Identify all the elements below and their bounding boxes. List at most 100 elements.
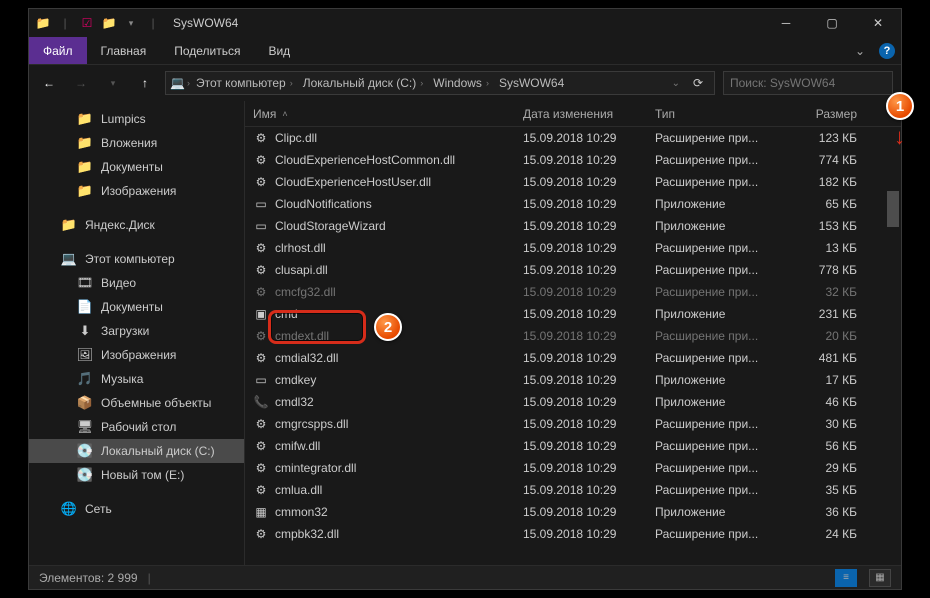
file-date: 15.09.2018 10:29	[523, 483, 655, 497]
file-row[interactable]: ▭CloudStorageWizard 15.09.2018 10:29 При…	[245, 215, 901, 237]
file-date: 15.09.2018 10:29	[523, 307, 655, 321]
sidebar-item[interactable]: 🖼Изображения	[29, 343, 244, 367]
address-dropdown-icon[interactable]: ⌄	[668, 78, 684, 89]
sidebar-item-label: Загрузки	[101, 324, 149, 338]
folder-icon: ⬇	[77, 323, 93, 339]
sidebar-item[interactable]: 🌐Сеть	[29, 497, 244, 521]
sidebar-item[interactable]: 💽Локальный диск (C:)	[29, 439, 244, 463]
sidebar-item[interactable]: 💻Этот компьютер	[29, 247, 244, 271]
file-row[interactable]: ⚙cmlua.dll 15.09.2018 10:29 Расширение п…	[245, 479, 901, 501]
column-date[interactable]: Дата изменения	[523, 107, 655, 121]
explorer-window: 📁 | ☑ 📁 ▾ | SysWOW64 ─ ▢ ✕ Файл Главная …	[28, 8, 902, 590]
sidebar-item[interactable]: 🖥Рабочий стол	[29, 415, 244, 439]
minimize-button[interactable]: ─	[763, 9, 809, 37]
file-row[interactable]: ▭cmdkey 15.09.2018 10:29 Приложение 17 К…	[245, 369, 901, 391]
file-icon: ⚙	[253, 240, 269, 256]
close-button[interactable]: ✕	[855, 9, 901, 37]
file-row[interactable]: ⚙cmintegrator.dll 15.09.2018 10:29 Расши…	[245, 457, 901, 479]
address-bar[interactable]: 💻 › Этот компьютер› Локальный диск (C:)›…	[165, 71, 715, 95]
sidebar-item[interactable]: 💽Новый том (E:)	[29, 463, 244, 487]
file-rows: ⚙Clipc.dll 15.09.2018 10:29 Расширение п…	[245, 127, 901, 565]
file-date: 15.09.2018 10:29	[523, 527, 655, 541]
column-size[interactable]: Размер	[787, 107, 857, 121]
up-button[interactable]: ↑	[133, 71, 157, 95]
qat-newfolder-icon[interactable]: 📁	[101, 15, 117, 31]
help-button[interactable]: ?	[873, 37, 901, 64]
file-size: 30 КБ	[787, 417, 857, 431]
file-row[interactable]: ⚙CloudExperienceHostCommon.dll 15.09.201…	[245, 149, 901, 171]
sidebar-item[interactable]: 📦Объемные объекты	[29, 391, 244, 415]
folder-icon: 📁	[35, 15, 51, 31]
file-type: Расширение при...	[655, 153, 787, 167]
sidebar-item[interactable]: 🎞Видео	[29, 271, 244, 295]
tab-home[interactable]: Главная	[87, 37, 161, 64]
file-icon: ⚙	[253, 262, 269, 278]
scrollbar-thumb[interactable]	[887, 191, 899, 227]
file-row[interactable]: ⚙cmcfg32.dll 15.09.2018 10:29 Расширение…	[245, 281, 901, 303]
tab-file[interactable]: Файл	[29, 37, 87, 64]
navigation-pane[interactable]: 📁Lumpics📁Вложения📁Документы📁Изображения📁…	[29, 101, 245, 565]
sidebar-item-label: Изображения	[101, 184, 176, 198]
column-type[interactable]: Тип	[655, 107, 787, 121]
file-row[interactable]: ▭CloudNotifications 15.09.2018 10:29 При…	[245, 193, 901, 215]
folder-icon: 🖥	[77, 419, 93, 435]
file-size: 29 КБ	[787, 461, 857, 475]
file-date: 15.09.2018 10:29	[523, 153, 655, 167]
folder-icon: 🎞	[77, 275, 93, 291]
file-name: cmgrcspps.dll	[275, 417, 348, 431]
file-row[interactable]: ⚙CloudExperienceHostUser.dll 15.09.2018 …	[245, 171, 901, 193]
tab-view[interactable]: Вид	[254, 37, 304, 64]
file-type: Расширение при...	[655, 527, 787, 541]
file-row[interactable]: ⚙clusapi.dll 15.09.2018 10:29 Расширение…	[245, 259, 901, 281]
forward-button[interactable]: →	[69, 71, 93, 95]
maximize-button[interactable]: ▢	[809, 9, 855, 37]
sidebar-item[interactable]: ⬇ Загрузки	[29, 319, 244, 343]
qat-divider: |	[57, 15, 73, 31]
file-type: Расширение при...	[655, 131, 787, 145]
tab-share[interactable]: Поделиться	[160, 37, 254, 64]
qat-properties-icon[interactable]: ☑	[79, 15, 95, 31]
file-date: 15.09.2018 10:29	[523, 175, 655, 189]
file-name: cmdext.dll	[275, 329, 329, 343]
file-row[interactable]: ⚙cmgrcspps.dll 15.09.2018 10:29 Расширен…	[245, 413, 901, 435]
sidebar-item[interactable]: 📁Вложения	[29, 131, 244, 155]
sidebar-item[interactable]: 📁Изображения	[29, 179, 244, 203]
file-row[interactable]: 📞cmdl32 15.09.2018 10:29 Приложение 46 К…	[245, 391, 901, 413]
sidebar-item[interactable]: 📁Яндекс.Диск	[29, 213, 244, 237]
details-view-button[interactable]: ≡	[835, 569, 857, 587]
sidebar-item[interactable]: 🎵Музыка	[29, 367, 244, 391]
file-row[interactable]: ⚙clrhost.dll 15.09.2018 10:29 Расширение…	[245, 237, 901, 259]
file-date: 15.09.2018 10:29	[523, 439, 655, 453]
column-name[interactable]: Имя ˄	[253, 107, 523, 121]
annotation-badge-1: 1	[886, 92, 914, 120]
qat-dropdown-icon[interactable]: ▾	[123, 15, 139, 31]
file-icon: ▭	[253, 196, 269, 212]
file-row[interactable]: ⚙cmifw.dll 15.09.2018 10:29 Расширение п…	[245, 435, 901, 457]
file-name: cmintegrator.dll	[275, 461, 356, 475]
refresh-button[interactable]: ⟳	[686, 71, 710, 95]
folder-icon: 📁	[77, 111, 93, 127]
file-row[interactable]: ▦cmmon32 15.09.2018 10:29 Приложение 36 …	[245, 501, 901, 523]
file-date: 15.09.2018 10:29	[523, 395, 655, 409]
sidebar-item[interactable]: 📁Lumpics	[29, 107, 244, 131]
body: 📁Lumpics📁Вложения📁Документы📁Изображения📁…	[29, 101, 901, 565]
tiles-view-button[interactable]: ▦	[869, 569, 891, 587]
search-input[interactable]	[723, 71, 893, 95]
file-size: 36 КБ	[787, 505, 857, 519]
file-row[interactable]: ⚙cmdext.dll 15.09.2018 10:29 Расширение …	[245, 325, 901, 347]
folder-icon: 💻	[61, 251, 77, 267]
sidebar-item[interactable]: 📁Документы	[29, 155, 244, 179]
back-button[interactable]: ←	[37, 71, 61, 95]
file-size: 774 КБ	[787, 153, 857, 167]
file-row[interactable]: ⚙cmpbk32.dll 15.09.2018 10:29 Расширение…	[245, 523, 901, 545]
file-row[interactable]: ▣cmd 15.09.2018 10:29 Приложение 231 КБ	[245, 303, 901, 325]
sidebar-item[interactable]: 📄Документы	[29, 295, 244, 319]
file-date: 15.09.2018 10:29	[523, 373, 655, 387]
expand-ribbon-icon[interactable]: ⌄	[855, 37, 865, 64]
title-bar: 📁 | ☑ 📁 ▾ | SysWOW64 ─ ▢ ✕	[29, 9, 901, 37]
file-row[interactable]: ⚙Clipc.dll 15.09.2018 10:29 Расширение п…	[245, 127, 901, 149]
recent-dropdown-icon[interactable]: ▾	[101, 71, 125, 95]
file-date: 15.09.2018 10:29	[523, 417, 655, 431]
vertical-scrollbar[interactable]	[885, 127, 901, 565]
file-row[interactable]: ⚙cmdial32.dll 15.09.2018 10:29 Расширени…	[245, 347, 901, 369]
